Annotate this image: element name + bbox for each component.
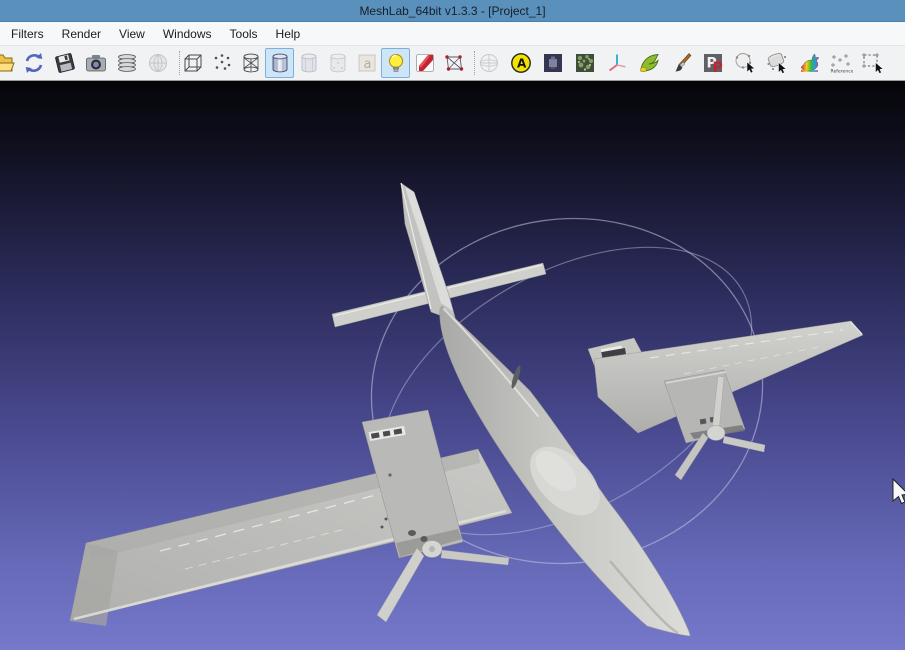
menu-item-windows[interactable]: Windows	[154, 24, 221, 44]
toolbar-button-texture[interactable]: a	[352, 48, 381, 78]
toolbar-button-shadow[interactable]	[537, 48, 569, 78]
toolbar: a A PP Reference	[0, 46, 905, 81]
edge-mesh-icon	[442, 51, 466, 75]
fancy-lighting-icon	[413, 51, 437, 75]
toolbar-button-layers[interactable]	[111, 48, 142, 78]
airplane-model	[70, 183, 863, 636]
toolbar-button-manipulator[interactable]	[761, 48, 793, 78]
toolbar-button-axis[interactable]	[601, 48, 633, 78]
vertex-points-cylinder-icon	[326, 51, 350, 75]
toolbar-group-render-mode: a	[191, 48, 468, 78]
svg-text:a: a	[363, 57, 371, 72]
svg-text:P: P	[713, 60, 723, 75]
reload-icon	[22, 51, 46, 75]
toolbar-button-open[interactable]	[0, 48, 18, 78]
toolbar-button-edge-wire[interactable]	[439, 48, 468, 78]
toolbar-button-smooth[interactable]	[265, 48, 294, 78]
reference-icon: Reference	[829, 51, 853, 75]
axis-icon	[605, 51, 629, 75]
toolbar-button-wireframe[interactable]	[236, 48, 265, 78]
camera-icon	[84, 51, 108, 75]
select-rect-icon	[861, 51, 885, 75]
svg-text:A: A	[517, 57, 527, 71]
left-prop-blade	[441, 550, 509, 565]
toolbar-button-pp[interactable]: PP	[697, 48, 729, 78]
toolbar-button-colorize[interactable]	[793, 48, 825, 78]
shadow-mapping-icon	[541, 51, 565, 75]
ssao-icon	[573, 51, 597, 75]
toolbar-button-ssao[interactable]	[569, 48, 601, 78]
manipulator-icon	[765, 51, 789, 75]
trackball-globe-icon	[477, 51, 501, 75]
point-pick-icon	[733, 51, 757, 75]
points-icon	[210, 51, 234, 75]
3d-viewport[interactable]	[0, 81, 905, 650]
bounding-box-icon	[181, 51, 205, 75]
toolbar-button-raster[interactable]	[142, 48, 173, 78]
open-folder-icon	[0, 51, 15, 75]
toolbar-button-trackball[interactable]	[473, 48, 505, 78]
toolbar-button-quality-mapper[interactable]	[633, 48, 665, 78]
toolbar-button-select[interactable]	[857, 48, 889, 78]
texture-icon: a	[355, 51, 379, 75]
window-title: MeshLab_64bit v1.3.3 - [Project_1]	[359, 4, 545, 18]
layers-icon	[115, 51, 139, 75]
toolbar-button-save[interactable]	[49, 48, 80, 78]
left-prop-blade	[377, 548, 424, 622]
colorize-bunny-icon	[797, 51, 821, 75]
toolbar-button-snapshot[interactable]	[80, 48, 111, 78]
toolbar-button-light[interactable]	[381, 48, 410, 78]
raster-globe-icon	[146, 51, 170, 75]
wireframe-cylinder-icon	[239, 51, 263, 75]
menu-item-tools[interactable]: Tools	[221, 24, 267, 44]
toolbar-group-tools: A PP Reference	[486, 48, 889, 78]
menu-item-help[interactable]: Help	[267, 24, 310, 44]
toolbar-group-file	[0, 48, 173, 78]
menu-item-filters[interactable]: Filters	[2, 24, 53, 44]
toolbar-button-flat[interactable]	[294, 48, 323, 78]
svg-text:Reference: Reference	[831, 69, 854, 75]
toolbar-button-reload[interactable]	[18, 48, 49, 78]
mouse-cursor	[893, 479, 905, 504]
right-prop-spinner	[707, 426, 725, 441]
light-bulb-icon	[384, 51, 408, 75]
scene-canvas	[0, 81, 905, 650]
right-prop-blade	[723, 436, 765, 452]
toolbar-button-bbox[interactable]	[178, 48, 207, 78]
ambient-occlusion-icon: A	[509, 51, 533, 75]
paint-brush-icon	[669, 51, 693, 75]
smooth-shading-icon	[268, 51, 292, 75]
toolbar-button-ambient-occlusion[interactable]: A	[505, 48, 537, 78]
toolbar-button-paint[interactable]	[665, 48, 697, 78]
menu-item-view[interactable]: View	[110, 24, 154, 44]
toolbar-button-reference[interactable]: Reference	[825, 48, 857, 78]
toolbar-button-point-pick[interactable]	[729, 48, 761, 78]
toolbar-button-fancy-lighting[interactable]	[410, 48, 439, 78]
save-floppy-icon	[53, 51, 77, 75]
titlebar[interactable]: MeshLab_64bit v1.3.3 - [Project_1]	[0, 0, 905, 22]
flat-shading-icon	[297, 51, 321, 75]
menu-item-render[interactable]: Render	[53, 24, 110, 44]
toolbar-button-vert-points[interactable]	[323, 48, 352, 78]
pp-icon: PP	[701, 51, 725, 75]
quality-mapper-icon	[637, 51, 661, 75]
toolbar-button-points[interactable]	[207, 48, 236, 78]
airplane-right-engine	[664, 370, 765, 480]
menubar: Filters Render View Windows Tools Help	[0, 22, 905, 46]
meshlab-window: MeshLab_64bit v1.3.3 - [Project_1] Filte…	[0, 0, 905, 650]
